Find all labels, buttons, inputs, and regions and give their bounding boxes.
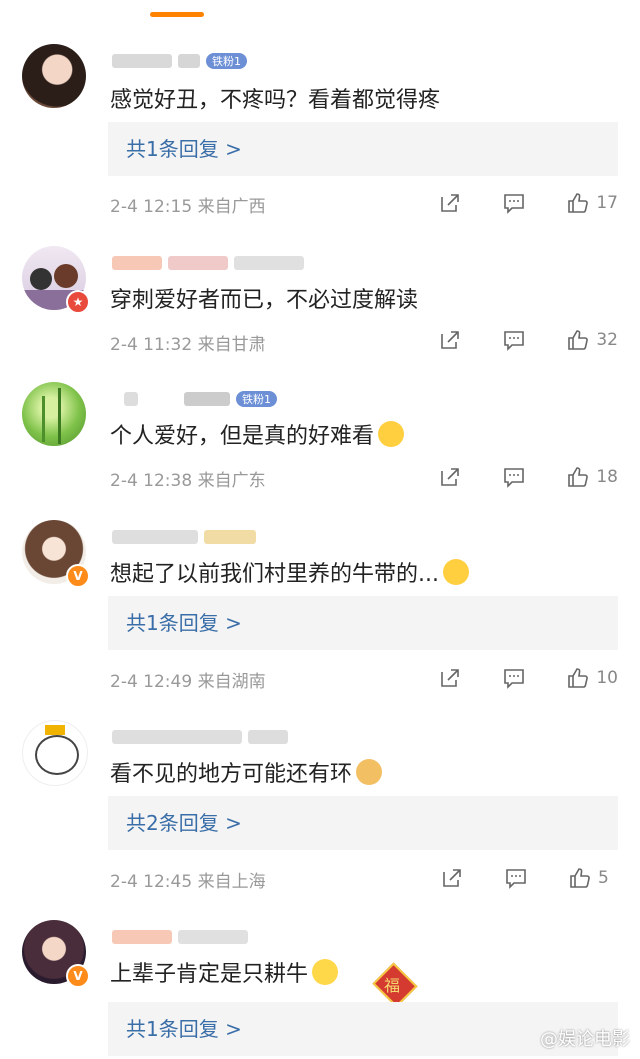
comment-icon[interactable] xyxy=(502,666,526,690)
comment-text: 看不见的地方可能还有环 xyxy=(110,754,383,790)
comment-actions: 32 xyxy=(438,328,618,352)
username-obscured[interactable]: 铁粉1 xyxy=(112,50,247,72)
comment-actions: 17 xyxy=(438,191,618,215)
share-icon[interactable] xyxy=(438,328,462,352)
comment-actions: 5 xyxy=(440,866,618,890)
watermark-text: @娱论电影 xyxy=(540,1029,630,1050)
comment-time: 2-4 12:49 xyxy=(110,672,193,692)
fan-badge-label: 铁粉1 xyxy=(242,393,271,406)
like-icon[interactable] xyxy=(566,666,590,690)
comment-text: 穿刺爱好者而已，不必过度解读 xyxy=(110,280,418,316)
comment-time: 2-4 12:15 xyxy=(110,197,193,217)
comment-meta: 2-4 11:32 来自甘肃 xyxy=(110,330,266,355)
reply-thread-box[interactable]: 共1条回复 > xyxy=(108,122,618,176)
comment-text: 上辈子肯定是只耕牛 xyxy=(110,954,339,990)
like-icon[interactable] xyxy=(568,866,592,890)
active-tab-indicator xyxy=(150,12,204,17)
reply-count-link[interactable]: 共1条回复 > xyxy=(126,122,242,176)
username-obscured[interactable] xyxy=(112,252,304,274)
verified-badge-icon: V xyxy=(66,964,90,988)
like-count: 10 xyxy=(596,668,618,688)
verified-badge-icon: V xyxy=(66,564,90,588)
watermark: @娱论电影 xyxy=(540,1025,630,1051)
comment-location: 来自甘肃 xyxy=(197,335,266,355)
comment-actions: 18 xyxy=(438,465,618,489)
avatar[interactable] xyxy=(22,44,86,108)
reply-count-link[interactable]: 共2条回复 > xyxy=(126,796,242,850)
share-icon[interactable] xyxy=(440,866,464,890)
laugh-cry-emoji-icon xyxy=(442,559,469,585)
comment-meta: 2-4 12:15 来自广西 xyxy=(110,192,266,217)
comment-location: 来自广西 xyxy=(197,197,266,217)
username-obscured[interactable]: 铁粉1 xyxy=(112,388,277,410)
comment-text: 想起了以前我们村里养的牛带的... xyxy=(110,554,469,590)
comment-location: 来自湖南 xyxy=(197,672,266,692)
comment-text-content: 上辈子肯定是只耕牛 xyxy=(110,962,309,987)
comment-icon[interactable] xyxy=(502,191,526,215)
doge-emoji-icon xyxy=(356,759,383,785)
fan-badge: 铁粉1 xyxy=(206,53,247,69)
fan-badge-label: 铁粉1 xyxy=(212,55,241,68)
reply-thread-box[interactable]: 共1条回复 > xyxy=(108,596,618,650)
fan-badge: 铁粉1 xyxy=(236,391,277,407)
comment-meta: 2-4 12:45 来自上海 xyxy=(110,867,266,892)
comment-location: 来自上海 xyxy=(197,872,266,892)
comment-text: 感觉好丑，不疼吗？看着都觉得疼 xyxy=(110,80,440,116)
comment-text-content: 感觉好丑，不疼吗？看着都觉得疼 xyxy=(110,88,441,113)
like-count: 5 xyxy=(598,868,609,888)
laugh-cry-emoji-icon xyxy=(378,421,405,447)
like-count: 18 xyxy=(596,467,618,487)
reply-count-link[interactable]: 共1条回复 > xyxy=(126,596,242,650)
username-obscured[interactable] xyxy=(112,926,248,948)
comment-icon[interactable] xyxy=(502,465,526,489)
comment-text-content: 想起了以前我们村里养的牛带的... xyxy=(110,562,439,587)
smirk-emoji-icon xyxy=(312,959,339,985)
comment-location: 来自广东 xyxy=(197,471,266,491)
comment-meta: 2-4 12:49 来自湖南 xyxy=(110,667,266,692)
like-count: 17 xyxy=(596,193,618,213)
fu-sticker-char: 福 xyxy=(384,976,401,995)
comment-text-content: 个人爱好，但是真的好难看 xyxy=(110,424,375,449)
like-icon[interactable] xyxy=(566,191,590,215)
share-icon[interactable] xyxy=(438,191,462,215)
username-obscured[interactable] xyxy=(112,726,288,748)
comment-text-content: 看不见的地方可能还有环 xyxy=(110,762,353,787)
comment-actions: 10 xyxy=(438,666,618,690)
like-icon[interactable] xyxy=(566,328,590,352)
username-obscured[interactable] xyxy=(112,526,256,548)
like-count: 32 xyxy=(596,330,618,350)
comment-text: 个人爱好，但是真的好难看 xyxy=(110,416,405,452)
comment-icon[interactable] xyxy=(502,328,526,352)
share-icon[interactable] xyxy=(438,666,462,690)
share-icon[interactable] xyxy=(438,465,462,489)
comment-meta: 2-4 12:38 来自广东 xyxy=(110,466,266,491)
reply-thread-box[interactable]: 共2条回复 > xyxy=(108,796,618,850)
comment-icon[interactable] xyxy=(504,866,528,890)
comment-text-content: 穿刺爱好者而已，不必过度解读 xyxy=(110,288,419,313)
avatar[interactable] xyxy=(22,720,88,786)
comment-time: 2-4 11:32 xyxy=(110,335,193,355)
reply-count-link[interactable]: 共1条回复 > xyxy=(126,1002,242,1056)
top-tab-bar xyxy=(0,0,640,22)
avatar[interactable] xyxy=(22,382,86,446)
comment-time: 2-4 12:38 xyxy=(110,471,193,491)
like-icon[interactable] xyxy=(566,465,590,489)
verified-badge-icon: ★ xyxy=(66,290,90,314)
comment-time: 2-4 12:45 xyxy=(110,872,193,892)
